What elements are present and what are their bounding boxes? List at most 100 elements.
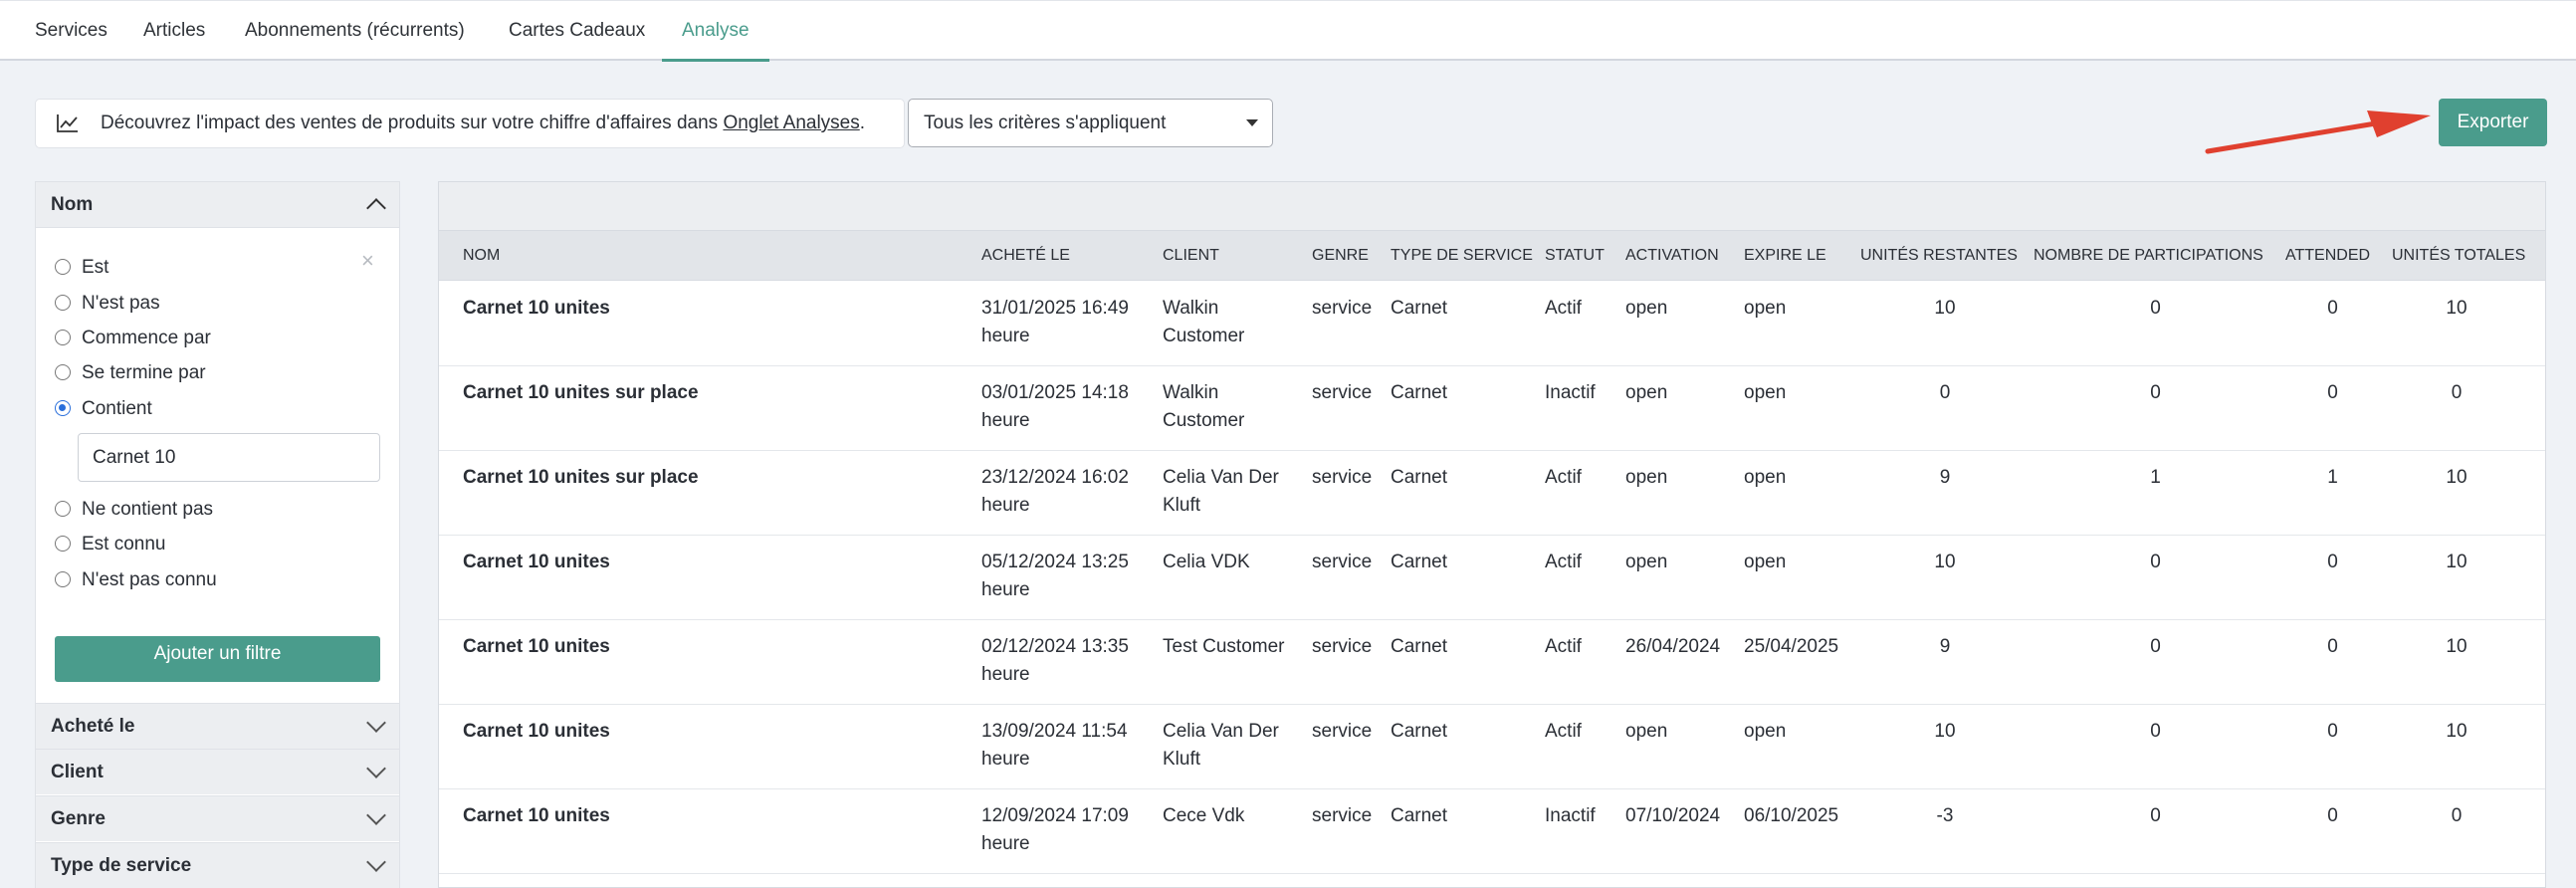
filter-section-label: Type de service [51,855,192,876]
cell-participations: 0 [2150,721,2161,742]
table-row[interactable]: Carnet 10 unites 13/09/2024 11:54 heure Cel… [439,705,2545,789]
cell-activation: open [1625,382,1668,403]
col-header-unites-restantes[interactable]: UNITÉS RESTANTES [1860,231,2018,281]
cell-restantes: -3 [1936,805,1954,826]
col-header-client[interactable]: CLIENT [1163,231,1219,281]
cell-expire: open [1744,467,1787,488]
radio-button[interactable] [55,364,71,380]
radio-button[interactable] [55,501,71,517]
cell-type: Carnet [1391,805,1448,826]
cell-statut: Actif [1545,721,1582,742]
analytics-info-banner: Découvrez l'impact des ventes de produit… [35,99,905,148]
radio-button[interactable] [55,259,71,275]
cell-totales: 0 [2451,382,2463,403]
cell-restantes: 10 [1934,298,1956,319]
table-row[interactable]: Carnet 10 unites 05/12/2024 13:25 heure Cel… [439,536,2545,620]
table-row[interactable]: Carnet 10 unites 12/09/2024 17:09 heure Cec… [439,789,2545,874]
export-button[interactable]: Exporter [2439,99,2547,146]
option-label: N'est pas connu [82,569,217,590]
cell-client: Cece Vdk [1163,805,1245,826]
cell-restantes: 0 [1939,382,1951,403]
analyses-tab-link[interactable]: Onglet Analyses [723,112,859,133]
col-header-nom[interactable]: NOM [463,231,500,281]
filter-section-client[interactable]: Client [36,749,399,794]
table-toolbar [439,182,2545,231]
cell-client: Celia VDK [1163,552,1250,572]
filter-section-nom[interactable]: Nom [36,182,399,228]
cell-attended: 0 [2327,298,2338,319]
radio-button[interactable] [55,536,71,552]
cell-expire: 06/10/2025 [1744,805,1839,826]
cell-achete-line2: heure [981,664,1030,685]
radio-button[interactable] [55,571,71,587]
filter-section-label: Genre [51,808,106,829]
col-header-attended[interactable]: ATTENDED [2285,231,2370,281]
cell-type: Carnet [1391,552,1448,572]
chevron-down-icon [366,805,386,825]
table-row[interactable]: Carnet 10 unites 02/12/2024 13:35 heure Tes… [439,620,2545,705]
tab-abonnements[interactable]: Abonnements (récurrents) [245,1,465,61]
filter-section-genre[interactable]: Genre [36,795,399,841]
tab-articles[interactable]: Articles [143,1,205,61]
radio-button[interactable] [55,295,71,311]
col-header-type-de-service[interactable]: TYPE DE SERVICE [1391,231,1533,281]
cell-restantes: 10 [1934,552,1956,572]
cell-achete: 12/09/2024 17:09 [981,805,1129,826]
col-header-achete-le[interactable]: ACHETÉ LE [981,231,1070,281]
table-row[interactable]: Carnet 10 unites sur place 03/01/2025 14:… [439,366,2545,451]
cell-genre: service [1312,721,1373,742]
cell-restantes: 9 [1939,467,1951,488]
cell-participations: 0 [2150,298,2161,319]
tab-services[interactable]: Services [35,1,107,61]
cell-genre: service [1312,552,1373,572]
cell-type: Carnet [1391,721,1448,742]
radio-button-checked[interactable] [55,400,71,416]
filter-section-achete-le[interactable]: Acheté le [36,703,399,749]
cell-statut: Inactif [1545,382,1596,403]
radio-button[interactable] [55,330,71,345]
col-header-unites-totales[interactable]: UNITÉS TOTALES [2392,231,2525,281]
filter-section-type-de-service[interactable]: Type de service [36,842,399,888]
col-header-statut[interactable]: STATUT [1545,231,1605,281]
filter-value-input[interactable]: Carnet 10 [78,433,380,482]
cell-genre: service [1312,467,1373,488]
col-header-activation[interactable]: ACTIVATION [1625,231,1719,281]
table-row[interactable]: Carnet 10 unites sur place 23/12/2024 16:… [439,451,2545,536]
tab-analyse[interactable]: Analyse [662,1,769,62]
cell-attended: 0 [2327,636,2338,657]
caret-down-icon [1246,119,1258,126]
cell-genre: service [1312,298,1373,319]
cell-type: Carnet [1391,382,1448,403]
cell-activation: 26/04/2024 [1625,636,1721,657]
cell-achete: 02/12/2024 13:35 [981,636,1129,657]
red-arrow-annotation [2205,111,2431,154]
cell-participations: 0 [2150,805,2161,826]
cell-achete-line2: heure [981,326,1030,346]
cell-activation: open [1625,467,1668,488]
option-label: N'est pas [82,293,160,314]
cell-type: Carnet [1391,467,1448,488]
cell-expire: open [1744,382,1787,403]
cell-achete-line2: heure [981,833,1030,854]
cell-client-line2: Customer [1163,410,1245,431]
col-header-nombre-participations[interactable]: NOMBRE DE PARTICIPATIONS [2034,231,2263,281]
table-row[interactable]: Carnet 10 unites 31/01/2025 16:49 heure Wal… [439,282,2545,366]
cell-restantes: 9 [1939,636,1951,657]
chevron-up-icon [366,198,386,218]
cell-activation: open [1625,298,1668,319]
add-filter-button[interactable]: Ajouter un filtre [55,636,380,682]
cell-statut: Inactif [1545,805,1596,826]
criteria-select[interactable]: Tous les critères s'appliquent [908,99,1273,147]
cell-totales: 10 [2446,721,2468,742]
cell-nom: Carnet 10 unites [463,298,610,319]
col-header-genre[interactable]: GENRE [1312,231,1369,281]
col-header-expire-le[interactable]: EXPIRE LE [1744,231,1826,281]
filter-panel: Nom × Est N'est pas Commence par Se term… [35,181,400,888]
cell-client: Walkin [1163,382,1219,403]
tab-cartes-cadeaux[interactable]: Cartes Cadeaux [509,1,645,61]
cell-nom: Carnet 10 unites [463,552,610,572]
cell-achete: 23/12/2024 16:02 [981,467,1129,488]
close-icon[interactable]: × [361,250,374,272]
cell-statut: Actif [1545,467,1582,488]
chevron-down-icon [366,713,386,733]
